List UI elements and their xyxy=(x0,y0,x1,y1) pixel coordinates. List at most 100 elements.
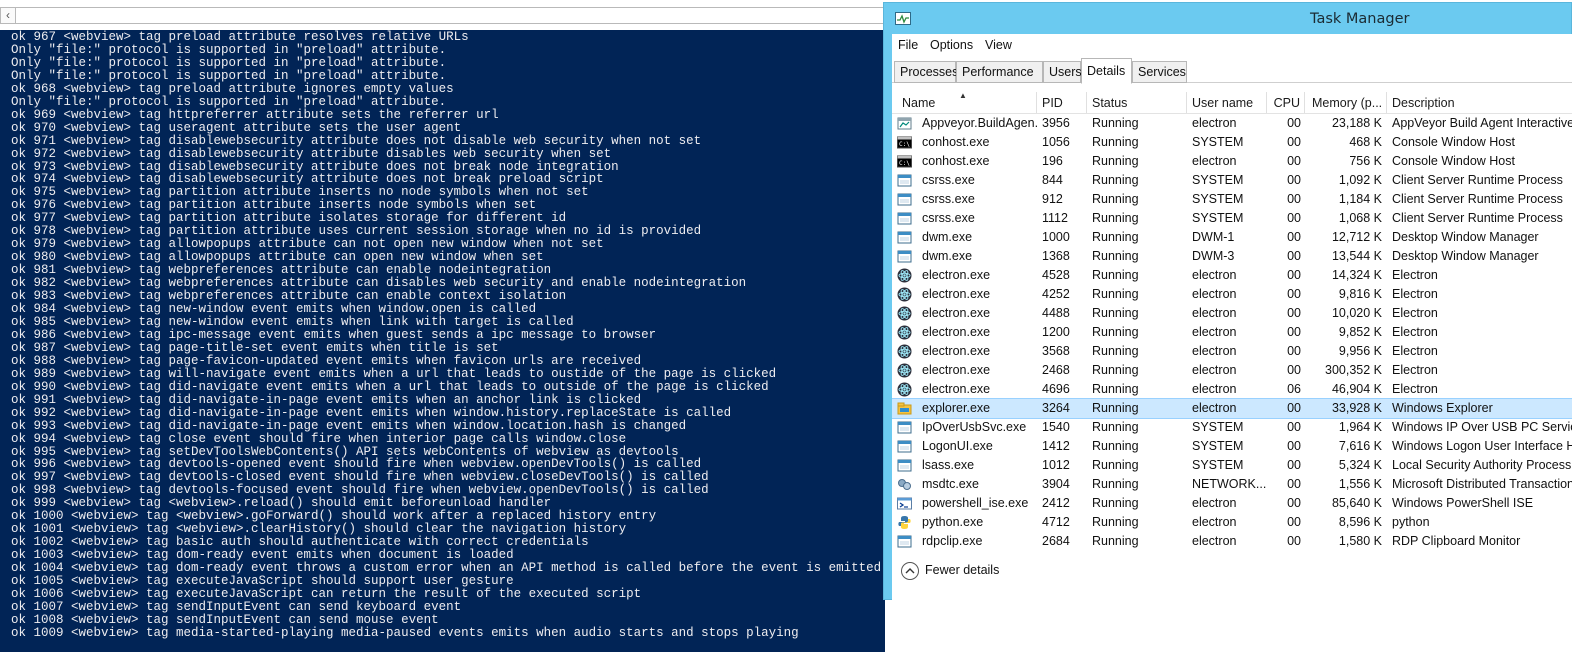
electron-icon xyxy=(897,306,912,321)
table-row[interactable]: electron.exe 2468 Running electron 00 300,352… xyxy=(892,361,1572,380)
chevron-up-icon[interactable] xyxy=(901,562,919,580)
console-line: Only "file:" protocol is supported in "p… xyxy=(11,68,447,83)
process-pid: 2412 xyxy=(1042,496,1070,510)
process-memory: 8,596 K xyxy=(1338,515,1382,529)
process-cpu: 00 xyxy=(1287,534,1301,548)
table-row[interactable]: csrss.exe 912 Running SYSTEM 00 1,184 K Client… xyxy=(892,190,1572,209)
tab-users[interactable]: Users xyxy=(1043,61,1082,83)
table-row[interactable]: explorer.exe 3264 Running electron 00 33,928 … xyxy=(892,398,1572,419)
column-header-cpu[interactable]: CPU xyxy=(1267,92,1305,113)
process-description: AppVeyor Build Agent Interactive xyxy=(1392,116,1572,130)
table-row[interactable]: electron.exe 4252 Running electron 00 9,816 K… xyxy=(892,285,1572,304)
menu-options[interactable]: Options xyxy=(930,38,973,52)
column-header-pid[interactable]: PID xyxy=(1037,92,1087,113)
process-status: Running xyxy=(1092,363,1139,377)
process-cpu: 00 xyxy=(1287,344,1301,358)
process-user: electron xyxy=(1192,534,1237,548)
process-name: csrss.exe xyxy=(922,211,975,225)
msdtc-icon xyxy=(898,479,911,490)
table-row[interactable]: electron.exe 3568 Running electron 00 9,956 K… xyxy=(892,342,1572,361)
table-row[interactable]: csrss.exe 1112 Running SYSTEM 00 1,068 K Clien… xyxy=(892,209,1572,228)
process-pid: 1368 xyxy=(1042,249,1070,263)
column-header-status[interactable]: Status xyxy=(1087,92,1187,113)
process-pid: 4696 xyxy=(1042,382,1070,396)
process-cpu: 00 xyxy=(1287,230,1301,244)
process-cpu: 00 xyxy=(1287,306,1301,320)
column-header-name-label: Name xyxy=(902,96,936,110)
table-row[interactable]: C:\ conhost.exe 1056 Running SYSTEM 00 468 K Co… xyxy=(892,133,1572,152)
process-name: csrss.exe xyxy=(922,192,975,206)
tab-performance[interactable]: Performance xyxy=(956,61,1043,83)
process-memory: 1,184 K xyxy=(1338,192,1382,206)
table-header: ▲ Name PID Status User name CPU Memory (… xyxy=(892,92,1572,114)
process-user: electron xyxy=(1192,325,1237,339)
table-row[interactable]: rdpclip.exe 2684 Running electron 00 1,580 K R… xyxy=(892,532,1572,548)
process-memory: 756 K xyxy=(1349,154,1382,168)
process-memory: 9,956 K xyxy=(1338,344,1382,358)
table-row[interactable]: powershell_ise.exe 2412 Running electron 00 8… xyxy=(892,494,1572,513)
console-line: Only "file:" protocol is supported in "p… xyxy=(11,55,447,70)
console-line: ok 994 <webview> tag close event should … xyxy=(11,431,627,446)
system-process-icon xyxy=(897,535,912,548)
powershell-console[interactable]: ok 967 <webview> tag preload attribute r… xyxy=(0,30,885,652)
table-row[interactable]: dwm.exe 1000 Running DWM-1 00 12,712 K Desktop… xyxy=(892,228,1572,247)
process-pid: 2468 xyxy=(1042,363,1070,377)
table-row[interactable]: electron.exe 4696 Running electron 06 46,904 … xyxy=(892,380,1572,399)
menu-file[interactable]: File xyxy=(898,38,918,52)
process-pid: 844 xyxy=(1042,173,1063,187)
table-row[interactable]: electron.exe 4488 Running electron 00 10,020 … xyxy=(892,304,1572,323)
process-memory: 5,324 K xyxy=(1338,458,1382,472)
fewer-details-link[interactable]: Fewer details xyxy=(925,563,999,577)
process-cpu: 00 xyxy=(1287,401,1301,415)
process-status: Running xyxy=(1092,211,1139,225)
tab-bar: Processes Performance Users Details Serv… xyxy=(892,56,1572,84)
table-row[interactable]: msdtc.exe 3904 Running NETWORK... 00 1,556 K M… xyxy=(892,475,1572,494)
process-memory: 1,556 K xyxy=(1338,477,1382,491)
process-description: Electron xyxy=(1392,382,1438,396)
column-header-user-name[interactable]: User name xyxy=(1187,92,1267,113)
menu-view[interactable]: View xyxy=(985,38,1012,52)
process-description: Electron xyxy=(1392,344,1438,358)
process-description: Microsoft Distributed Transaction xyxy=(1392,477,1572,491)
process-user: NETWORK... xyxy=(1192,477,1267,491)
process-pid: 912 xyxy=(1042,192,1063,206)
tab-details[interactable]: Details xyxy=(1081,58,1132,84)
scroll-left-icon[interactable]: ‹ xyxy=(0,7,16,24)
process-description: Desktop Window Manager xyxy=(1392,230,1539,244)
task-manager-titlebar[interactable]: Task Manager xyxy=(884,3,1571,34)
url-field[interactable] xyxy=(16,7,886,24)
table-row[interactable]: electron.exe 1200 Running electron 00 9,852 K… xyxy=(892,323,1572,342)
column-header-memory[interactable]: Memory (p... xyxy=(1305,92,1387,113)
process-name: explorer.exe xyxy=(922,401,991,415)
process-status: Running xyxy=(1092,344,1139,358)
process-pid: 3956 xyxy=(1042,116,1070,130)
table-row[interactable]: IpOverUsbSvc.exe 1540 Running SYSTEM 00 1,964… xyxy=(892,418,1572,437)
table-row[interactable]: dwm.exe 1368 Running DWM-3 00 13,544 K Desktop… xyxy=(892,247,1572,266)
process-user: SYSTEM xyxy=(1192,135,1244,149)
process-name: Appveyor.BuildAgen... xyxy=(922,116,1037,130)
electron-icon xyxy=(897,363,912,378)
process-name: electron.exe xyxy=(922,287,991,301)
column-header-name[interactable]: ▲ Name xyxy=(892,92,1037,113)
table-row[interactable]: csrss.exe 844 Running SYSTEM 00 1,092 K Client… xyxy=(892,171,1572,190)
column-header-description[interactable]: Description xyxy=(1387,92,1572,113)
svg-text:C:\: C:\ xyxy=(899,141,910,148)
table-row[interactable]: lsass.exe 1012 Running SYSTEM 00 5,324 K Local… xyxy=(892,456,1572,475)
process-cpu: 00 xyxy=(1287,116,1301,130)
console-line: ok 993 <webview> tag did-navigate-in-pag… xyxy=(11,418,687,433)
process-cpu: 00 xyxy=(1287,135,1301,149)
table-row[interactable]: electron.exe 4528 Running electron 00 14,324 … xyxy=(892,266,1572,285)
process-name: LogonUI.exe xyxy=(922,439,993,453)
tab-processes[interactable]: Processes xyxy=(894,61,958,83)
table-row[interactable]: C:\ conhost.exe 196 Running electron 00 756 K C… xyxy=(892,152,1572,171)
table-row[interactable]: LogonUI.exe 1412 Running SYSTEM 00 7,616 K Win… xyxy=(892,437,1572,456)
process-description: RDP Clipboard Monitor xyxy=(1392,534,1521,548)
process-cpu: 00 xyxy=(1287,268,1301,282)
tab-services[interactable]: Services xyxy=(1132,61,1187,83)
table-row[interactable]: Appveyor.BuildAgen... 3956 Running electron… xyxy=(892,114,1572,133)
task-manager-icon xyxy=(895,12,911,25)
process-description: Windows PowerShell ISE xyxy=(1392,496,1534,510)
console-line: ok 972 <webview> tag disablewebsecurity … xyxy=(11,146,612,161)
process-memory: 12,712 K xyxy=(1331,230,1382,244)
table-row[interactable]: python.exe 4712 Running electron 00 8,596 K py… xyxy=(892,513,1572,532)
